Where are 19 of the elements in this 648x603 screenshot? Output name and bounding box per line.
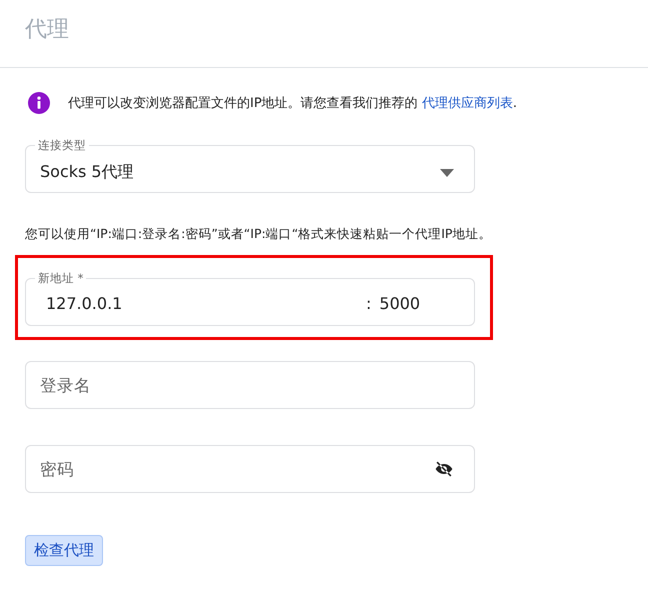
info-icon [28, 92, 50, 114]
login-field[interactable]: 登录名 [25, 361, 475, 409]
page-title: 代理 [25, 16, 69, 44]
caret-icon [440, 168, 454, 176]
host-input[interactable]: 127.0.0.1 [40, 294, 366, 312]
port-separator: : [366, 294, 372, 312]
selected-value: Socks 5代理 [40, 162, 134, 183]
hint-text: 您可以使用“IP:端口:登录名:密码”或者“IP:端口“格式来快速粘贴一个代理IP地址。 [25, 226, 492, 243]
address-field[interactable]: 新地址 * 127.0.0.1 : 5000 [25, 271, 475, 326]
field-label: 新地址 * [37, 271, 84, 285]
connection-type-select[interactable]: 连接类型 Socks 5代理 [25, 138, 475, 193]
provider-list-link[interactable]: 代理供应商列表 [422, 96, 513, 111]
password-field[interactable]: 密码 [25, 445, 475, 493]
port-input[interactable]: 5000 [379, 294, 440, 312]
eye-slash-icon[interactable] [434, 459, 454, 479]
field-label: 连接类型 [37, 138, 87, 152]
info-message: 代理可以改变浏览器配置文件的IP地址。请您查看我们推荐的 代理供应商列表. [68, 95, 517, 112]
password-input[interactable]: 密码 [40, 460, 400, 478]
check-proxy-button[interactable]: 检查代理 [25, 535, 103, 566]
